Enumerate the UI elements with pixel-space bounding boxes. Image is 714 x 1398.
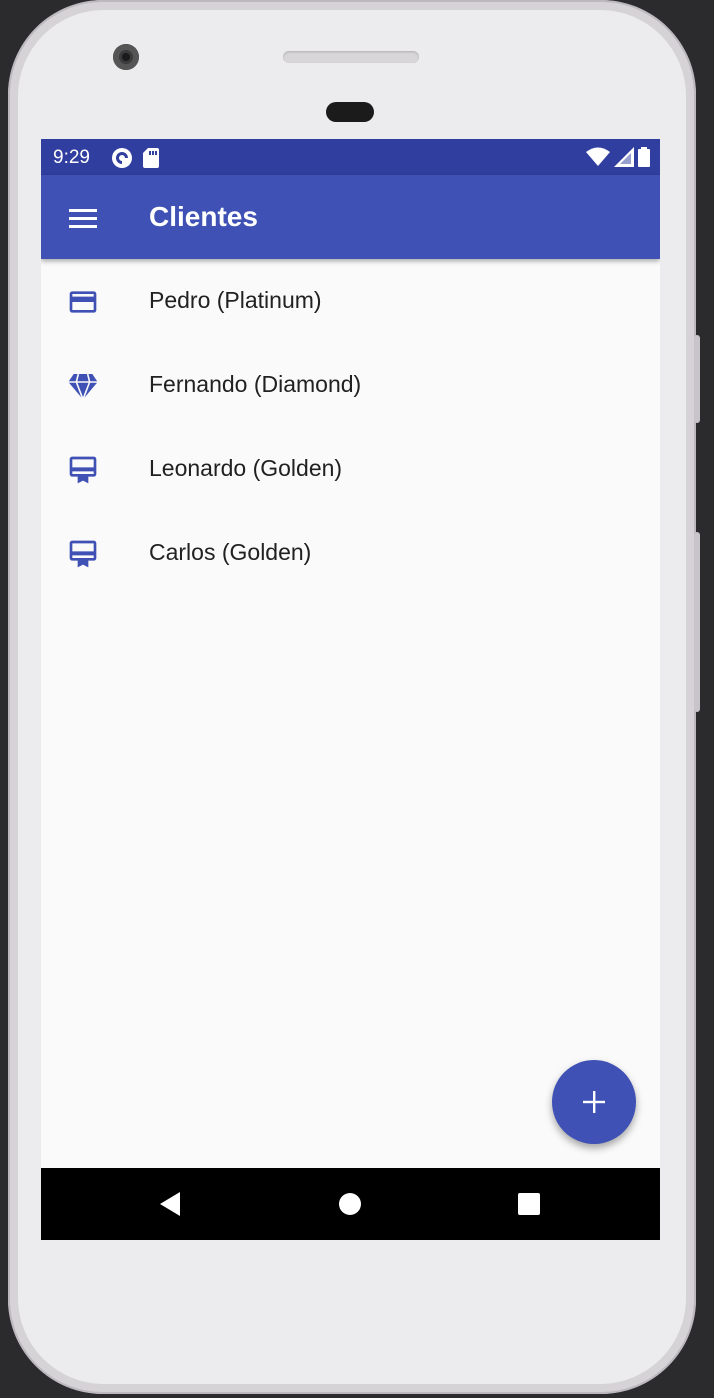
list-item[interactable]: Pedro (Platinum) xyxy=(41,259,660,343)
back-icon[interactable] xyxy=(154,1188,186,1220)
recents-icon[interactable] xyxy=(513,1188,545,1220)
status-bar: 9:29 xyxy=(41,139,660,175)
diamond-icon xyxy=(68,373,98,400)
add-icon xyxy=(583,1091,605,1113)
status-system-icons xyxy=(586,147,650,167)
status-time: 9:29 xyxy=(53,147,90,168)
card-membership-icon xyxy=(69,456,97,484)
menu-icon[interactable] xyxy=(67,206,99,230)
sd-card-icon xyxy=(143,148,159,168)
volume-button xyxy=(694,532,700,712)
pocket-casts-icon xyxy=(112,148,132,168)
signal-icon xyxy=(614,147,634,167)
front-camera xyxy=(113,44,139,70)
earpiece-speaker xyxy=(283,51,419,63)
list-item[interactable]: Fernando (Diamond) xyxy=(41,343,660,427)
battery-icon xyxy=(638,147,650,167)
list-item-label: Pedro (Platinum) xyxy=(149,287,322,313)
app-bar: Clientes xyxy=(41,175,660,259)
card-membership-icon xyxy=(69,540,97,568)
credit-card-icon xyxy=(69,291,97,313)
system-nav-bar xyxy=(41,1168,660,1240)
list-item[interactable]: Leonardo (Golden) xyxy=(41,427,660,511)
home-icon[interactable] xyxy=(334,1188,366,1220)
page-title: Clientes xyxy=(149,201,258,232)
status-notification-icons xyxy=(111,147,159,169)
wifi-icon xyxy=(586,147,610,166)
power-button xyxy=(694,335,700,423)
proximity-sensor xyxy=(326,102,374,122)
list-item-label: Carlos (Golden) xyxy=(149,539,312,565)
add-client-button[interactable] xyxy=(552,1060,636,1144)
list-item-label: Fernando (Diamond) xyxy=(149,371,362,397)
app-screen: 9:29 Clientes Pedro (Platinum) Fernando … xyxy=(41,139,660,1240)
list-item-label: Leonardo (Golden) xyxy=(149,455,343,481)
client-list: Pedro (Platinum) Fernando (Diamond) Leon… xyxy=(41,259,660,595)
list-item[interactable]: Carlos (Golden) xyxy=(41,511,660,595)
